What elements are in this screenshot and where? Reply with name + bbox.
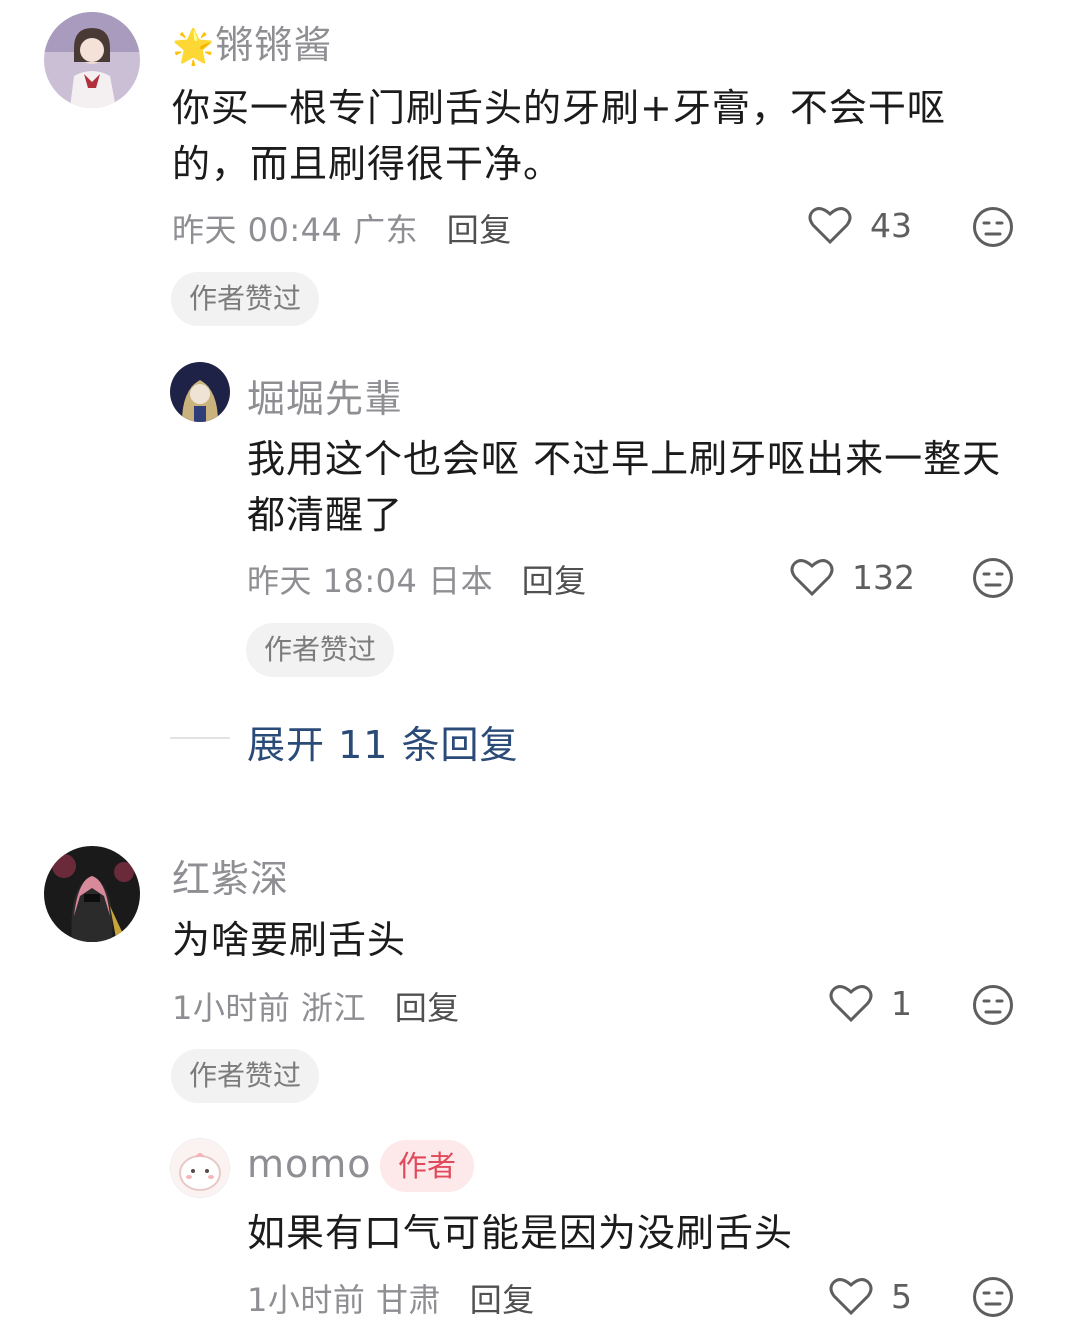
avatar[interactable] [44,846,140,942]
timestamp: 昨天 18:04 [247,562,418,600]
like-count: 132 [852,557,915,597]
heart-outline-icon [829,1276,873,1316]
username[interactable]: 🌟锵锵酱 [172,14,332,69]
like-button[interactable]: 132 [790,557,915,597]
heart-outline-icon [808,205,852,245]
location: 广东 [353,211,419,249]
star-emoji-icon: 🌟 [172,27,216,67]
heart-outline-icon [790,557,834,597]
comment-meta: 1小时前 甘肃 回复 [247,1275,535,1321]
author-liked-badge: 作者赞过 [171,1049,320,1103]
timestamp: 昨天 00:44 [172,211,343,249]
author-liked-badge: 作者赞过 [246,623,395,677]
expand-replies-button[interactable]: 展开 11 条回复 [247,714,519,769]
like-count: 5 [891,1276,912,1316]
reply-button[interactable]: 回复 [522,562,587,600]
comment-meta: 1小时前 浙江 回复 [172,983,460,1029]
timestamp: 1小时前 [172,989,291,1027]
timestamp: 1小时前 [247,1281,366,1319]
username[interactable]: momo [247,1142,372,1186]
dislike-face-icon[interactable] [972,1276,1014,1318]
heart-outline-icon [829,983,873,1023]
like-count: 1 [891,983,912,1023]
username[interactable]: 堀堀先輩 [247,368,403,423]
comment-text: 你买一根专门刷舌头的牙刷+牙膏，不会干呕的，而且刷得很干净。 [172,86,946,186]
comment-text: 如果有口气可能是因为没刷舌头 [247,1211,794,1255]
like-button[interactable]: 1 [829,983,912,1023]
comment-text: 为啥要刷舌头 [172,918,407,962]
author-tag: 作者 [380,1140,475,1192]
comment-text: 我用这个也会呕 不过早上刷牙呕出来一整天都清醒了 [247,437,1002,537]
reply-button[interactable]: 回复 [470,1281,535,1319]
comment-meta: 昨天 18:04 日本 回复 [247,556,587,602]
username[interactable]: 红紫深 [172,848,289,903]
dislike-face-icon[interactable] [972,984,1014,1026]
divider-line [170,737,230,739]
comment-meta: 昨天 00:44 广东 回复 [172,205,512,251]
dislike-face-icon[interactable] [972,206,1014,248]
location: 日本 [428,562,494,600]
author-liked-badge: 作者赞过 [171,272,320,326]
reply-button[interactable]: 回复 [395,989,460,1027]
like-button[interactable]: 5 [829,1276,912,1316]
reply-button[interactable]: 回复 [447,211,512,249]
like-button[interactable]: 43 [808,205,912,245]
dislike-face-icon[interactable] [972,557,1014,599]
like-count: 43 [870,205,912,245]
avatar[interactable] [170,1138,230,1198]
location: 甘肃 [376,1281,442,1319]
location: 浙江 [301,989,367,1027]
avatar[interactable] [170,362,230,422]
avatar[interactable] [44,12,140,108]
